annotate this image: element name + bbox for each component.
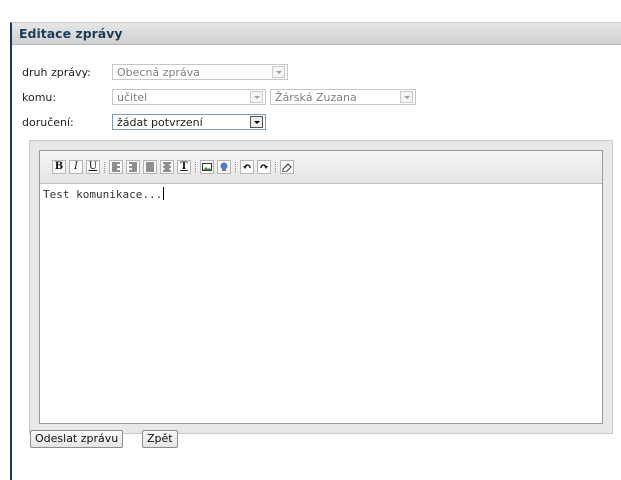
toolbar-separator xyxy=(195,162,197,173)
align-center-icon xyxy=(163,162,171,172)
chevron-down-icon[interactable] xyxy=(400,91,413,103)
back-button[interactable]: Zpět xyxy=(142,430,178,448)
message-type-select[interactable]: Obecná zpráva xyxy=(112,64,288,80)
delivery-label: doručení: xyxy=(22,116,74,129)
editor-area[interactable]: B I U T Test komunikace... xyxy=(39,150,603,424)
toolbar-separator xyxy=(275,162,277,173)
image-icon xyxy=(202,163,212,171)
undo-button[interactable] xyxy=(240,160,254,174)
align-right-button[interactable] xyxy=(126,160,140,174)
editor-content[interactable]: Test komunikace... xyxy=(43,187,165,201)
panel-title: Editace zprávy xyxy=(19,26,123,41)
recipient-group-select[interactable]: učitel xyxy=(112,89,266,105)
underline-button[interactable]: U xyxy=(86,160,100,174)
message-type-label: druh zprávy: xyxy=(22,66,91,79)
redo-button[interactable] xyxy=(257,160,271,174)
redo-icon xyxy=(260,164,268,169)
recipient-group-value: učitel xyxy=(117,91,148,104)
toolbar-separator xyxy=(235,162,237,173)
eraser-icon xyxy=(282,163,292,172)
message-type-value: Obecná zpráva xyxy=(117,66,200,79)
align-center-button[interactable] xyxy=(160,160,174,174)
align-justify-button[interactable] xyxy=(143,160,157,174)
panel-header: Editace zprávy xyxy=(12,23,621,45)
editor-toolbar: B I U T xyxy=(40,151,602,184)
message-text: Test komunikace... xyxy=(43,188,163,201)
align-left-icon xyxy=(112,162,120,172)
undo-icon xyxy=(243,164,251,169)
clear-format-button[interactable] xyxy=(280,160,294,174)
recipient-label: komu: xyxy=(22,91,57,104)
italic-button[interactable]: I xyxy=(69,160,83,174)
chevron-down-icon[interactable] xyxy=(272,66,285,78)
toolbar-separator xyxy=(104,162,106,173)
send-message-button[interactable]: Odeslat zprávu xyxy=(30,430,124,448)
link-icon xyxy=(220,162,228,171)
insert-link-button[interactable] xyxy=(217,160,231,174)
bold-button[interactable]: B xyxy=(52,160,66,174)
align-justify-icon xyxy=(146,162,154,172)
rich-text-editor: B I U T Test komunikace... xyxy=(29,140,613,434)
chevron-down-icon[interactable] xyxy=(250,116,263,128)
recipient-person-value: Žárská Zuzana xyxy=(275,91,357,104)
recipient-person-select[interactable]: Žárská Zuzana xyxy=(270,89,416,105)
align-right-icon xyxy=(129,162,137,172)
delivery-select[interactable]: žádat potvrzení xyxy=(112,114,266,130)
chevron-down-icon[interactable] xyxy=(250,91,263,103)
delivery-value: žádat potvrzení xyxy=(117,116,203,129)
text-color-button[interactable]: T xyxy=(177,160,191,174)
insert-image-button[interactable] xyxy=(200,160,214,174)
align-left-button[interactable] xyxy=(109,160,123,174)
text-caret xyxy=(163,187,165,200)
